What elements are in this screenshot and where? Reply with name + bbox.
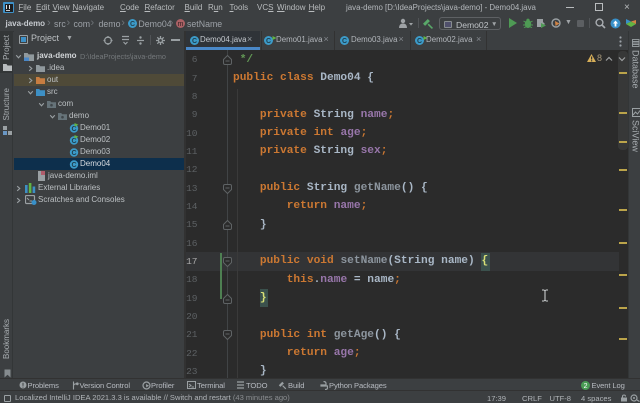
svg-text:C: C <box>417 38 422 45</box>
svg-text:C: C <box>71 162 76 169</box>
svg-text:C: C <box>342 38 347 45</box>
svg-text:C: C <box>191 38 196 45</box>
svg-text:C: C <box>129 21 134 28</box>
svg-text:m: m <box>178 21 184 28</box>
svg-text:C: C <box>71 138 76 145</box>
svg-text:C: C <box>71 150 76 157</box>
svg-text:C: C <box>265 38 270 45</box>
svg-text:2: 2 <box>583 383 587 390</box>
svg-text:C: C <box>71 126 76 133</box>
